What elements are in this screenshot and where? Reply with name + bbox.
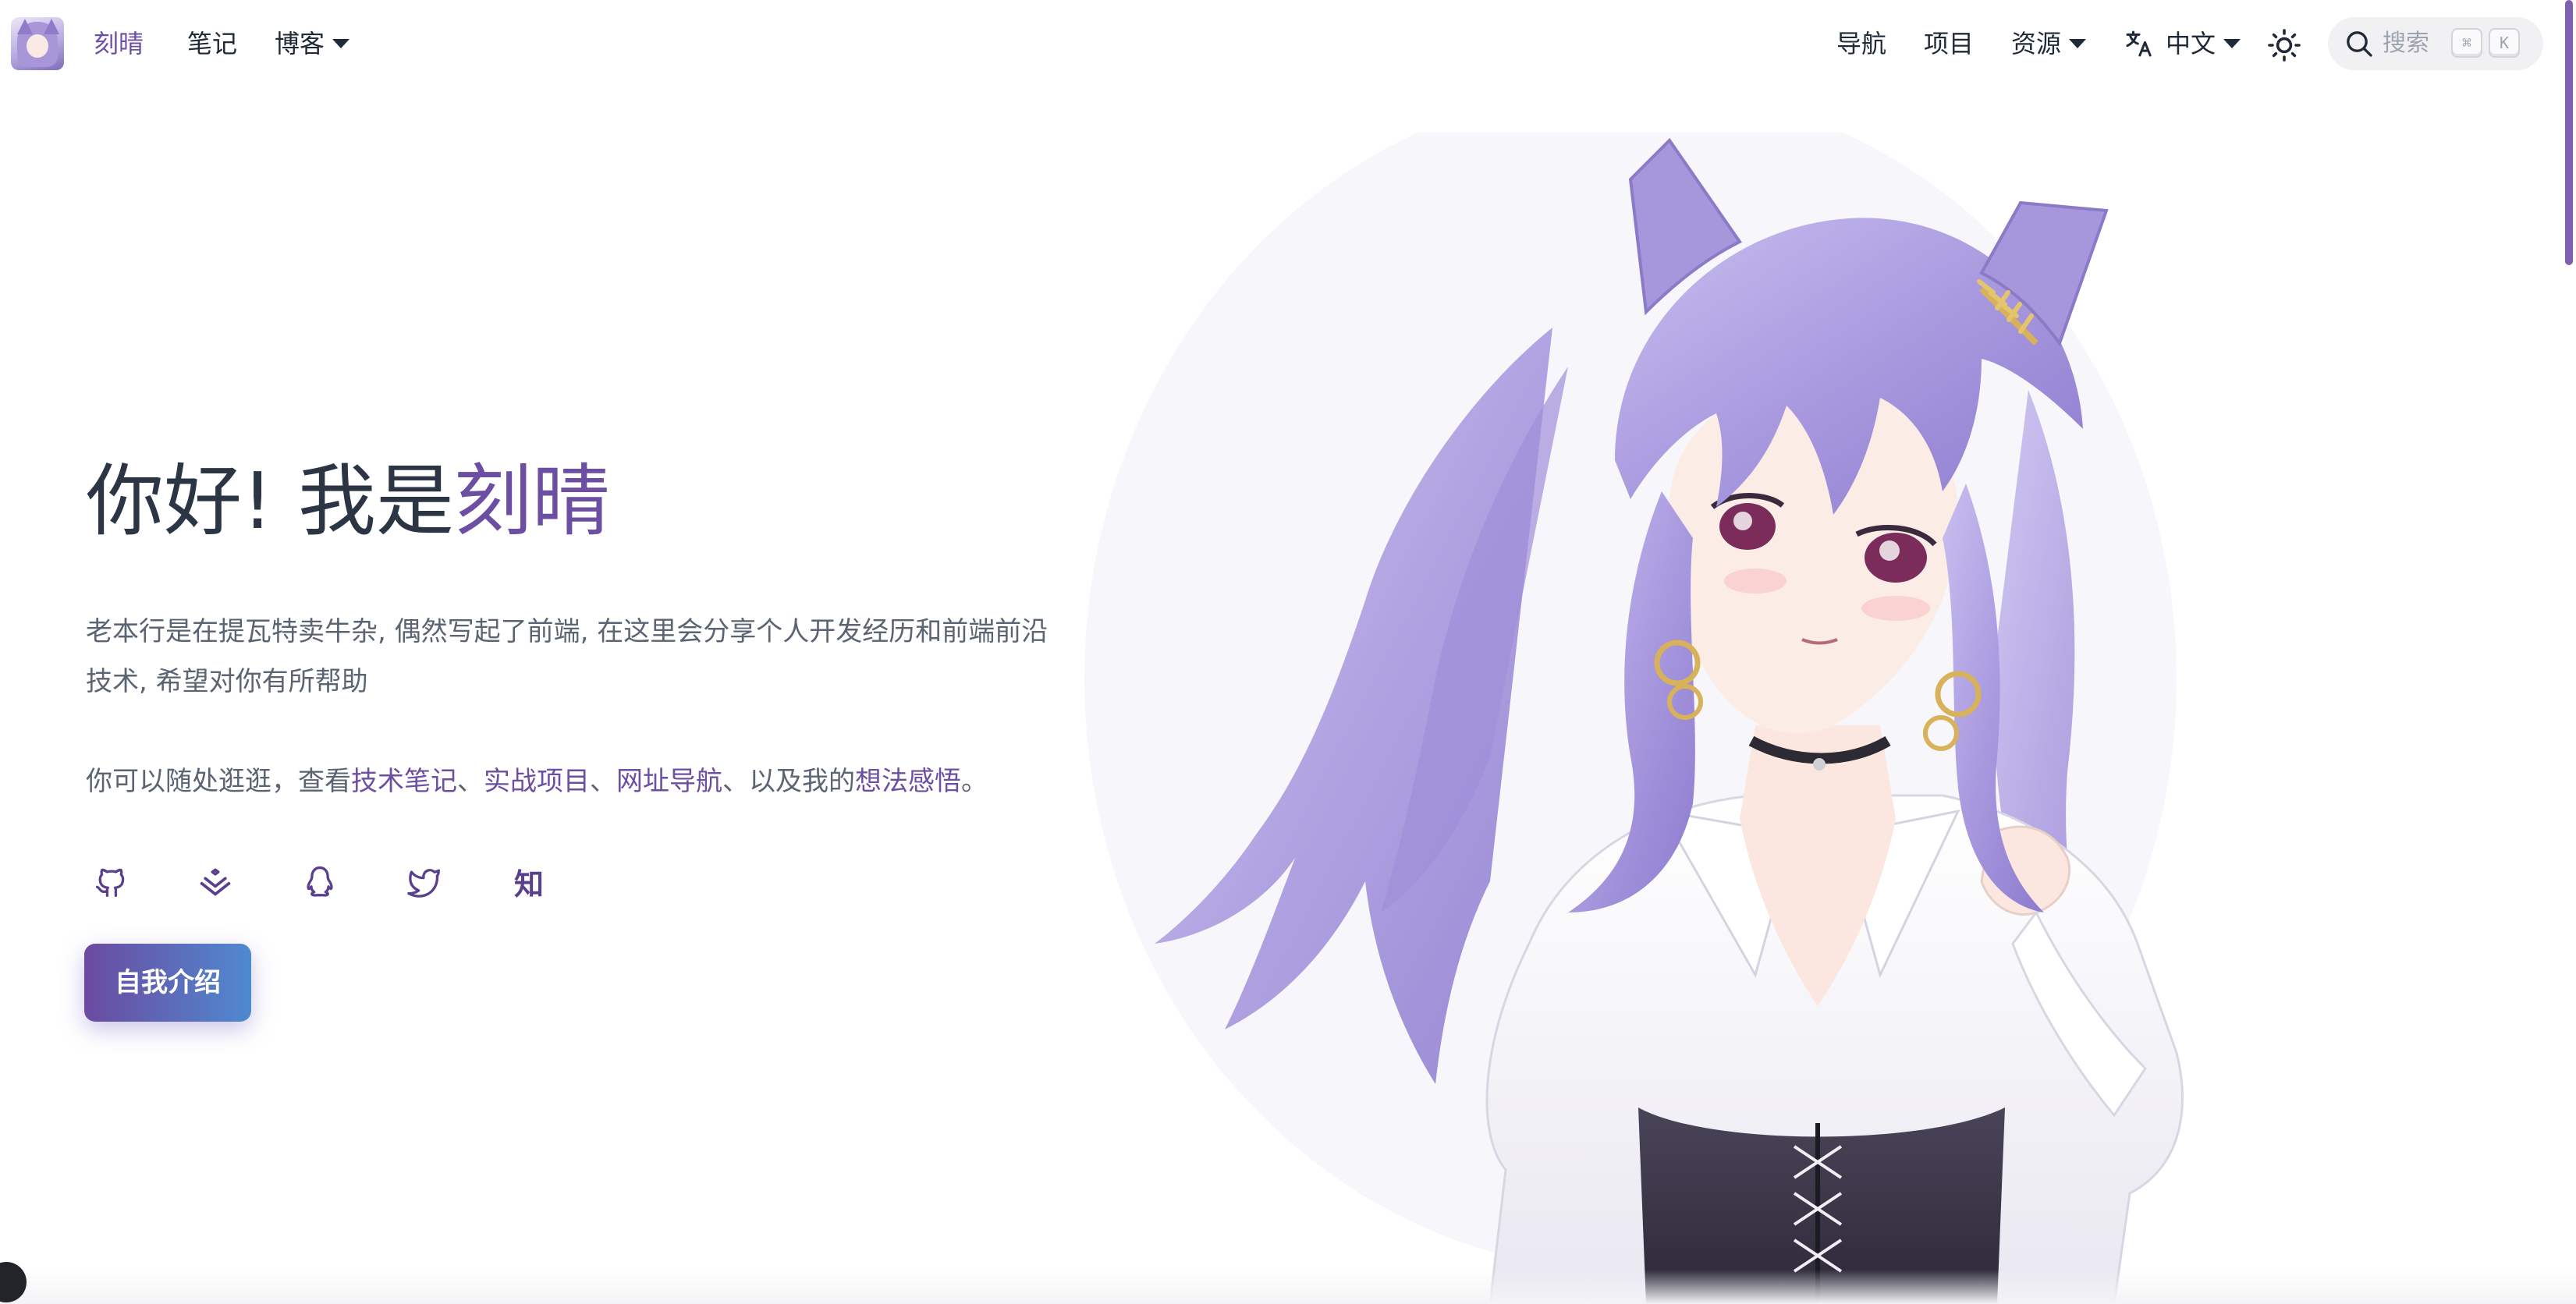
nav-navigation-link[interactable]: 导航 <box>1836 27 1886 61</box>
separator: 、 <box>457 766 484 797</box>
kbd-k: K <box>2489 28 2520 58</box>
language-label: 中文 <box>2166 29 2216 58</box>
hero-links-intro: 你可以随处逛逛，查看 <box>86 766 351 797</box>
link-tech-notes[interactable]: 技术笔记 <box>351 766 457 797</box>
hero-title: 你好! 我是刻晴 <box>86 451 610 552</box>
avatar-logo[interactable] <box>11 17 64 70</box>
nav-projects-link[interactable]: 项目 <box>1924 27 1974 61</box>
chevron-down-icon <box>332 39 350 48</box>
nav-brand-link[interactable]: 刻晴 <box>94 27 144 61</box>
search-placeholder: 搜索 <box>2383 30 2429 57</box>
nav-resources-dropdown[interactable]: 资源 <box>2011 27 2087 61</box>
juejin-icon[interactable] <box>195 861 236 902</box>
sun-icon[interactable] <box>2266 27 2303 64</box>
separator: 、 <box>590 766 616 797</box>
bottom-fade <box>0 1270 2576 1304</box>
zhihu-icon[interactable]: 知 <box>509 861 549 902</box>
link-nav-sites[interactable]: 网址导航 <box>616 766 722 797</box>
nav-notes-link[interactable]: 笔记 <box>187 27 237 61</box>
language-dropdown[interactable]: 中文 <box>2166 27 2241 61</box>
hero-links-and: 、以及我的 <box>722 766 855 797</box>
chevron-down-icon <box>2069 39 2087 48</box>
search-button[interactable]: 搜索 ⌘ K <box>2328 17 2543 70</box>
link-thoughts[interactable]: 想法感悟 <box>855 766 961 797</box>
hero-character-illustration <box>1069 133 2239 1304</box>
nav-blog-label: 博客 <box>275 29 325 58</box>
hero-title-prefix: 你好! 我是 <box>86 455 454 547</box>
hero-title-name: 刻晴 <box>453 455 610 547</box>
navbar: 刻晴 笔记 博客 导航 项目 资源 中文 搜索 ⌘ K <box>0 0 2576 87</box>
github-icon[interactable] <box>90 861 131 902</box>
qq-icon[interactable] <box>300 861 340 902</box>
kbd-cmd: ⌘ <box>2451 28 2482 58</box>
scrollbar-thumb[interactable] <box>2565 0 2573 265</box>
page: 刻晴 笔记 博客 导航 项目 资源 中文 搜索 ⌘ K 你好! 我是刻晴 老本行… <box>0 0 2576 1304</box>
hero-description: 老本行是在提瓦特卖牛杂, 偶然写起了前端, 在这里会分享个人开发经历和前端前沿技… <box>86 616 1048 697</box>
chevron-down-icon <box>2223 39 2241 48</box>
nav-resources-label: 资源 <box>2011 29 2062 58</box>
translate-icon[interactable] <box>2124 28 2155 59</box>
nav-blog-dropdown[interactable]: 博客 <box>275 27 350 61</box>
hero-links-end: 。 <box>961 766 988 797</box>
search-icon <box>2347 31 2372 57</box>
twitter-icon[interactable] <box>404 861 445 902</box>
self-intro-button[interactable]: 自我介绍 <box>84 944 251 1022</box>
link-projects[interactable]: 实战项目 <box>484 766 590 797</box>
hero-links-line: 你可以随处逛逛，查看技术笔记、实战项目、网址导航、以及我的想法感悟。 <box>86 757 988 806</box>
